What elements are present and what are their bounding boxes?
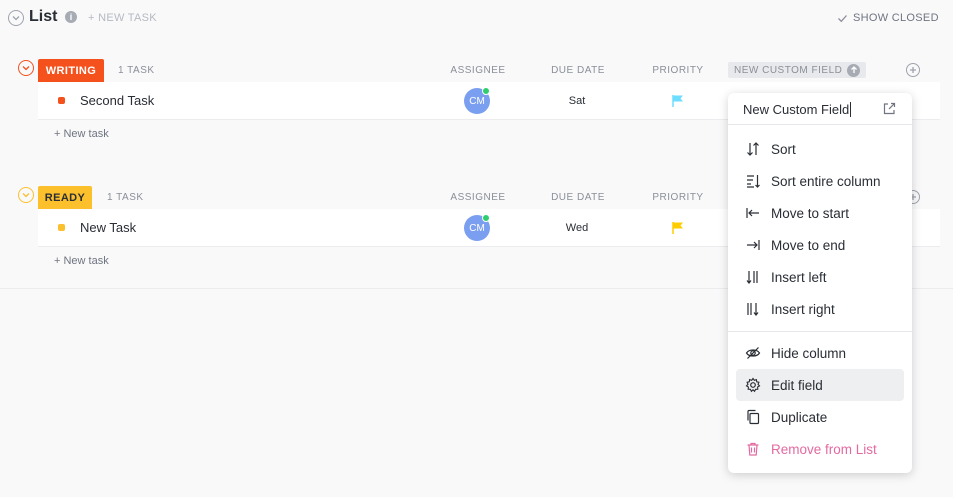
priority-flag-icon[interactable] xyxy=(671,94,685,108)
collapse-group-writing-icon[interactable] xyxy=(18,60,34,76)
column-header-custom-field[interactable]: NEW CUSTOM FIELD xyxy=(728,62,867,78)
menu-item-sort-entire-column[interactable]: Sort entire column xyxy=(736,165,904,197)
menu-item-remove-from-list[interactable]: Remove from List xyxy=(736,433,904,465)
column-header-priority[interactable]: PRIORITY xyxy=(648,65,708,76)
column-header-due-date[interactable]: DUE DATE xyxy=(547,65,609,76)
menu-divider xyxy=(728,124,912,125)
add-task-link[interactable]: + New task xyxy=(54,128,109,140)
menu-item-label: Insert right xyxy=(771,301,835,317)
show-closed-toggle[interactable]: SHOW CLOSED xyxy=(837,12,939,24)
menu-item-label: Move to start xyxy=(771,205,850,221)
column-header-assignee[interactable]: ASSIGNEE xyxy=(448,192,508,203)
column-header-due-date[interactable]: DUE DATE xyxy=(547,192,609,203)
check-icon xyxy=(838,14,847,22)
group-task-count: 1 TASK xyxy=(107,192,144,203)
list-title: List xyxy=(29,8,58,25)
sort-icon xyxy=(744,140,762,158)
menu-item-label: Sort entire column xyxy=(771,173,881,189)
arrow-up-icon[interactable] xyxy=(847,63,861,77)
status-badge-ready[interactable]: READY xyxy=(38,186,92,210)
duplicate-icon xyxy=(744,408,762,426)
menu-item-label: Edit field xyxy=(771,377,823,393)
menu-item-label: Remove from List xyxy=(771,441,877,457)
group-task-count: 1 TASK xyxy=(118,65,155,76)
menu-item-insert-left[interactable]: Insert left xyxy=(736,261,904,293)
menu-item-hide-column[interactable]: Hide column xyxy=(736,337,904,369)
task-status-square[interactable] xyxy=(58,97,65,104)
status-badge-writing[interactable]: WRITING xyxy=(38,59,104,83)
menu-item-label: Hide column xyxy=(771,345,847,361)
show-closed-label: SHOW CLOSED xyxy=(853,12,939,24)
menu-item-move-to-end[interactable]: Move to end xyxy=(736,229,904,261)
due-date[interactable]: Wed xyxy=(547,222,607,234)
due-date[interactable]: Sat xyxy=(547,95,607,107)
gear-icon xyxy=(744,376,762,394)
collapse-group-ready-icon[interactable] xyxy=(18,187,34,203)
add-column-icon[interactable] xyxy=(906,63,920,77)
menu-item-sort[interactable]: Sort xyxy=(736,133,904,165)
collapse-list-icon[interactable] xyxy=(8,10,24,26)
custom-field-label: NEW CUSTOM FIELD xyxy=(734,64,843,76)
move-start-icon xyxy=(744,204,762,222)
move-end-icon xyxy=(744,236,762,254)
online-status-dot xyxy=(482,214,490,222)
column-options-menu: New Custom Field Sort Sort entire column… xyxy=(728,93,912,473)
task-name[interactable]: New Task xyxy=(80,220,136,235)
trash-icon xyxy=(744,440,762,458)
menu-item-duplicate[interactable]: Duplicate xyxy=(736,401,904,433)
menu-item-label: Move to end xyxy=(771,237,846,253)
header-new-task-button[interactable]: + NEW TASK xyxy=(88,12,157,24)
task-status-square[interactable] xyxy=(58,224,65,231)
eye-off-icon xyxy=(744,344,762,362)
priority-flag-icon[interactable] xyxy=(671,221,685,235)
info-icon[interactable]: i xyxy=(65,11,77,23)
menu-item-move-to-start[interactable]: Move to start xyxy=(736,197,904,229)
column-header-assignee[interactable]: ASSIGNEE xyxy=(448,65,508,76)
add-task-link[interactable]: + New task xyxy=(54,255,109,267)
insert-right-icon xyxy=(744,300,762,318)
column-header-priority[interactable]: PRIORITY xyxy=(648,192,708,203)
online-status-dot xyxy=(482,87,490,95)
custom-field-name-input[interactable]: New Custom Field xyxy=(743,102,851,117)
open-external-icon[interactable] xyxy=(882,102,896,116)
menu-item-label: Insert left xyxy=(771,269,827,285)
sort-column-icon xyxy=(744,172,762,190)
menu-item-label: Sort xyxy=(771,141,796,157)
task-name[interactable]: Second Task xyxy=(80,93,154,108)
insert-left-icon xyxy=(744,268,762,286)
menu-item-insert-right[interactable]: Insert right xyxy=(736,293,904,325)
menu-item-edit-field[interactable]: Edit field xyxy=(736,369,904,401)
menu-divider xyxy=(728,331,912,332)
menu-item-label: Duplicate xyxy=(771,409,828,425)
